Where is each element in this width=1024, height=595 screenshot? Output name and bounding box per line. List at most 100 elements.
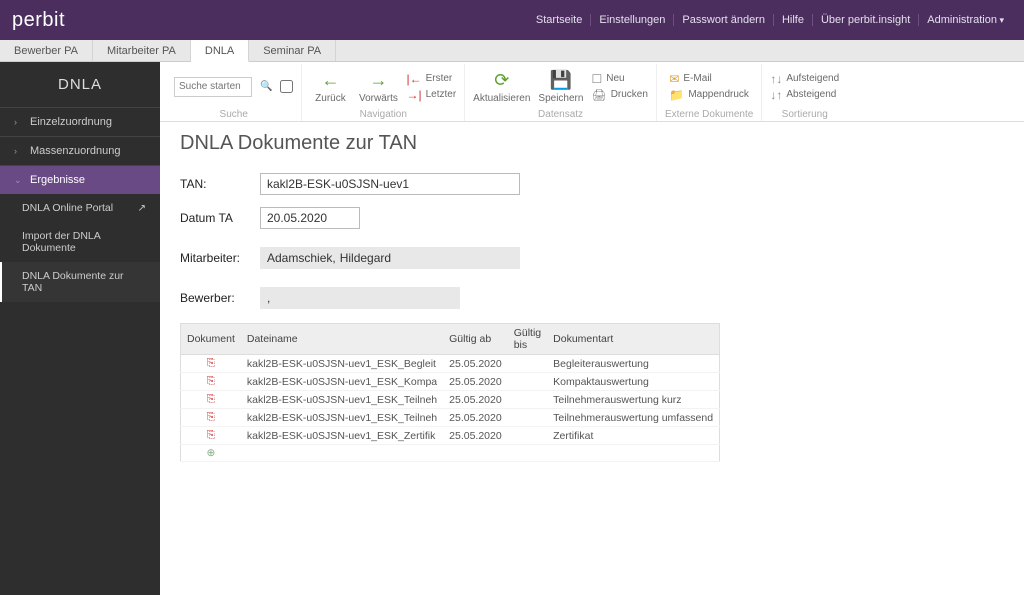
document-table: Dokument Dateiname Gültig ab Gültig bis … (180, 323, 720, 462)
cell-gueltig-bis (508, 373, 547, 391)
ribbon-group-label: Datensatz (538, 109, 583, 121)
nav-zurueck-button[interactable]: ←Zurück (310, 70, 350, 104)
page-title: DNLA Dokumente zur TAN (180, 132, 1004, 155)
pdf-icon[interactable]: ⎘ (181, 355, 241, 373)
search-icon[interactable]: 🔍 (260, 81, 272, 92)
table-row[interactable]: ⎘kakl2B-ESK-u0SJSN-uev1_ESK_Begleit25.05… (181, 355, 720, 373)
cell-gueltig-ab: 25.05.2020 (443, 373, 508, 391)
arrow-left-icon: ← (321, 70, 339, 91)
ribbon-group-label: Suche (220, 109, 248, 121)
th-dokument[interactable]: Dokument (181, 324, 241, 355)
th-dokumentart[interactable]: Dokumentart (547, 324, 719, 355)
mail-icon: ✉ (669, 72, 679, 86)
nav-ueber[interactable]: Über perbit.insight (813, 14, 919, 26)
arrow-right-icon: → (369, 70, 387, 91)
cell-dokumentart: Zertifikat (547, 427, 719, 445)
sidebar-sub-portal[interactable]: DNLA Online Portal ↗ (0, 194, 160, 222)
nav-letzter-button[interactable]: →|Letzter (406, 88, 456, 102)
pdf-icon[interactable]: ⎘ (181, 427, 241, 445)
nav-erster-button[interactable]: |←Erster (406, 72, 456, 86)
aktualisieren-button[interactable]: ⟳Aktualisieren (473, 70, 530, 104)
cell-gueltig-bis (508, 427, 547, 445)
last-icon: →| (406, 88, 421, 102)
sidebar-item-einzelzuordnung[interactable]: › Einzelzuordnung (0, 107, 160, 136)
mitarbeiter-firstname: Hildegard (340, 251, 391, 265)
sidebar-sub-dokumente[interactable]: DNLA Dokumente zur TAN (0, 262, 160, 302)
tab-strip: Bewerber PA Mitarbeiter PA DNLA Seminar … (0, 40, 1024, 62)
sidebar-sub-import[interactable]: Import der DNLA Dokumente (0, 222, 160, 262)
cell-dateiname: kakl2B-ESK-u0SJSN-uev1_ESK_Begleit (241, 355, 443, 373)
mappendruck-button[interactable]: 📁Mappendruck (669, 88, 749, 102)
save-icon: 💾 (550, 70, 572, 91)
sidebar-item-ergebnisse[interactable]: ⌄ Ergebnisse (0, 165, 160, 194)
sidebar-item-label: Einzelzuordnung (30, 116, 112, 128)
sidebar-item-label: DNLA Online Portal (22, 202, 113, 214)
nav-administration[interactable]: Administration (919, 14, 1012, 26)
mitarbeiter-label: Mitarbeiter: (180, 251, 260, 265)
tab-seminar[interactable]: Seminar PA (249, 40, 336, 61)
content-area: DNLA Dokumente zur TAN TAN: kakl2B-ESK-u… (160, 122, 1024, 472)
absteigend-button[interactable]: ↓↑Absteigend (770, 88, 839, 102)
tab-bewerber[interactable]: Bewerber PA (0, 40, 93, 61)
table-row[interactable]: ⎘kakl2B-ESK-u0SJSN-uev1_ESK_Teilneh25.05… (181, 409, 720, 427)
doc-add-icon[interactable]: ⊕ (181, 445, 241, 462)
pdf-icon[interactable]: ⎘ (181, 373, 241, 391)
nav-startseite[interactable]: Startseite (528, 14, 591, 26)
cell-gueltig-ab: 25.05.2020 (443, 409, 508, 427)
email-button[interactable]: ✉E-Mail (669, 72, 749, 86)
drucken-button[interactable]: 🖨Drucken (591, 88, 647, 102)
sidebar-title: DNLA (0, 62, 160, 107)
neu-button[interactable]: ☐Neu (591, 72, 647, 86)
table-row[interactable]: ⎘kakl2B-ESK-u0SJSN-uev1_ESK_Teilneh25.05… (181, 391, 720, 409)
nav-vorwaerts-button[interactable]: →Vorwärts (358, 70, 398, 104)
cell-gueltig-ab: 25.05.2020 (443, 427, 508, 445)
sidebar-item-label: Massenzuordnung (30, 145, 121, 157)
chevron-right-icon: › (14, 146, 24, 156)
ribbon-group-navigation: ←Zurück →Vorwärts |←Erster →|Letzter Nav… (302, 64, 465, 121)
mitarbeiter-lastname: Adamschiek, (267, 251, 336, 265)
cell-dokumentart: Teilnehmerauswertung kurz (547, 391, 719, 409)
aufsteigend-button[interactable]: ↑↓Aufsteigend (770, 72, 839, 86)
th-dateiname[interactable]: Dateiname (241, 324, 443, 355)
ribbon-group-sortierung: ↑↓Aufsteigend ↓↑Absteigend Sortierung (762, 64, 847, 121)
first-icon: |← (406, 72, 421, 86)
sidebar-item-massenzuordnung[interactable]: › Massenzuordnung (0, 136, 160, 165)
cell-dokumentart: Teilnehmerauswertung umfassend (547, 409, 719, 427)
chevron-down-icon: ⌄ (14, 175, 24, 186)
nav-einstellungen[interactable]: Einstellungen (591, 14, 674, 26)
pdf-icon[interactable]: ⎘ (181, 409, 241, 427)
cell-gueltig-ab: 25.05.2020 (443, 391, 508, 409)
brand-logo: perbit (12, 9, 65, 32)
nav-passwort[interactable]: Passwort ändern (674, 14, 774, 26)
sidebar-item-label: Ergebnisse (30, 174, 85, 186)
th-gueltig-ab[interactable]: Gültig ab (443, 324, 508, 355)
ribbon-group-label: Externe Dokumente (665, 109, 753, 121)
speichern-button[interactable]: 💾Speichern (538, 70, 583, 104)
folder-print-icon: 📁 (669, 88, 684, 102)
sidebar: DNLA › Einzelzuordnung › Massenzuordnung… (0, 62, 160, 595)
ribbon-group-label: Sortierung (782, 109, 828, 121)
nav-hilfe[interactable]: Hilfe (774, 14, 813, 26)
tab-dnla[interactable]: DNLA (191, 40, 249, 62)
cell-gueltig-bis (508, 409, 547, 427)
datum-field[interactable]: 20.05.2020 (260, 207, 360, 229)
sort-desc-icon: ↓↑ (770, 88, 782, 102)
th-gueltig-bis[interactable]: Gültig bis (508, 324, 547, 355)
tab-mitarbeiter[interactable]: Mitarbeiter PA (93, 40, 191, 61)
sort-asc-icon: ↑↓ (770, 72, 782, 86)
pdf-icon[interactable]: ⎘ (181, 391, 241, 409)
sidebar-item-label: Import der DNLA Dokumente (22, 230, 146, 254)
print-icon: 🖨 (591, 88, 606, 102)
bewerber-label: Bewerber: (180, 291, 260, 305)
tan-field[interactable]: kakl2B-ESK-u0SJSN-uev1 (260, 173, 520, 195)
cell-dokumentart: Kompaktauswertung (547, 373, 719, 391)
cell-dateiname: kakl2B-ESK-u0SJSN-uev1_ESK_Kompa (241, 373, 443, 391)
cell-dateiname: kakl2B-ESK-u0SJSN-uev1_ESK_Teilneh (241, 391, 443, 409)
search-checkbox[interactable] (280, 80, 293, 93)
ribbon-group-externe: ✉E-Mail 📁Mappendruck Externe Dokumente (657, 64, 762, 121)
search-input[interactable] (174, 77, 252, 97)
ribbon: 🔍 Suche ←Zurück →Vorwärts |←Erster →|Let… (160, 62, 1024, 122)
ribbon-group-suche: 🔍 Suche (166, 64, 302, 121)
table-row[interactable]: ⎘kakl2B-ESK-u0SJSN-uev1_ESK_Zertifik25.0… (181, 427, 720, 445)
table-row[interactable]: ⎘kakl2B-ESK-u0SJSN-uev1_ESK_Kompa25.05.2… (181, 373, 720, 391)
